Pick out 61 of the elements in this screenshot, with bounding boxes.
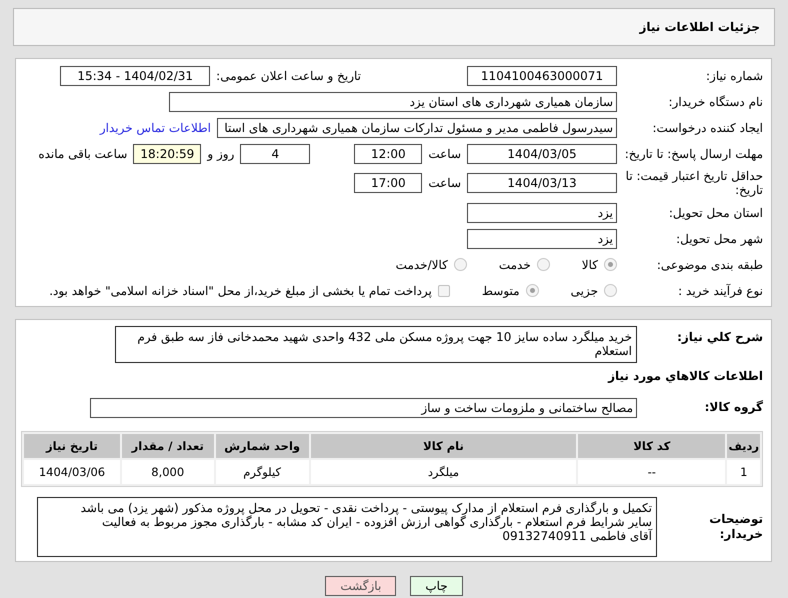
need-number-field: 1104100463000071 — [467, 66, 617, 86]
table-cell: -- — [578, 460, 726, 484]
goods-group-field: مصالح ساختمانی و ملزومات ساخت و ساز — [90, 398, 637, 418]
print-button[interactable]: چاپ — [410, 576, 463, 596]
field-label: توضیحات خریدار: — [708, 512, 763, 541]
remaining-time-field: 18:20:59 — [133, 144, 202, 164]
field-label: ساعت — [428, 176, 461, 190]
field-label: نوع فرآیند خرید : — [677, 284, 763, 298]
city-field: یزد — [467, 228, 617, 249]
column-header: ردیف — [727, 434, 760, 458]
radio-label: جزیی — [570, 284, 598, 298]
announce-date-field: 1404/02/31 - 15:34 — [60, 66, 210, 86]
column-header: واحد شمارش — [216, 434, 309, 458]
field-label: شرح کلي نياز: — [676, 328, 763, 344]
field-label: گروه کالا: — [704, 400, 763, 415]
radio-button[interactable] — [604, 284, 617, 298]
radio-label: متوسط — [482, 284, 520, 298]
field-label: شهر محل تحویل: — [675, 232, 763, 246]
field-label: ساعت — [428, 147, 461, 161]
column-header: تاریخ نیاز — [24, 434, 120, 458]
table-cell: کیلوگرم — [216, 460, 309, 484]
deadline-time-field: 12:00 — [354, 144, 422, 164]
field-label: طبقه بندی موضوعی: — [656, 258, 763, 272]
field-label: استان محل تحویل: — [668, 206, 763, 220]
validity-time-field: 17:00 — [354, 173, 422, 194]
field-label: شماره نیاز: — [705, 68, 763, 84]
province-field: یزد — [467, 202, 617, 223]
buyer-notes-field[interactable]: تکمیل و بارگذاری فرم استعلام از مدارک پیوستی - پرداخت نقدی - تحویل در محل پروژه مذکور (شهر یزد) می باشد سایر شرایط فرم استعلام - بارگذاری گواهی ارزش افزوده - ایران کد مشابه - بارگذاری مجوز مربوط به فعالیت آقای فاطمی 09132740911 — [37, 496, 657, 557]
days-field: 4 — [240, 144, 310, 164]
field-label: مهلت ارسال پاسخ: تا تاریخ: — [624, 146, 763, 162]
table-cell: 1404/03/06 — [24, 460, 120, 484]
field-label: حداقل تاریخ اعتبار قیمت: تا تاریخ: — [624, 169, 763, 198]
section-heading: اطلاعات کالاهاي مورد نياز — [606, 368, 763, 383]
table-cell: 8,000 — [122, 460, 214, 484]
checkbox[interactable] — [438, 284, 450, 297]
contact-link[interactable]: اطلاعات تماس خریدار — [100, 121, 211, 135]
table-cell: میلگرد — [310, 460, 576, 484]
field-label: ساعت باقی مانده — [38, 147, 128, 161]
column-header: کد کالا — [578, 434, 726, 458]
radio-button[interactable] — [454, 258, 467, 272]
column-header: نام کالا — [310, 434, 576, 458]
radio-label: کالا/خدمت — [396, 258, 448, 272]
radio-button[interactable] — [526, 284, 539, 298]
field-label: تاریخ و ساعت اعلان عمومی: — [216, 69, 361, 83]
field-label: روز و — [207, 147, 234, 161]
field-label: ایجاد کننده درخواست: — [651, 120, 763, 136]
radio-button[interactable] — [536, 258, 550, 272]
validity-date-field: 1404/03/13 — [467, 173, 617, 194]
radio-label: کالا — [582, 258, 598, 272]
description-field[interactable]: خرید میلگرد ساده سایز 10 جهت پروژه مسکن ملی 432 واحدی شهید محمدخانی فاز سه طبق فرم استعلام — [115, 326, 637, 363]
creator-field: سیدرسول فاطمی مدیر و مسئول تدارکات سازمان همیاری شهرداری های استا — [217, 118, 617, 138]
radio-button[interactable] — [604, 258, 617, 272]
field-label: نام دستگاه خریدار: — [668, 94, 763, 110]
radio-label: خدمت — [498, 258, 531, 272]
deadline-date-field: 1404/03/05 — [467, 144, 617, 164]
checkbox-label: پرداخت تمام یا بخشی از مبلغ خرید،از محل "اسناد خزانه اسلامی" خواهد بود. — [49, 284, 432, 298]
page-title: جزئیات اطلاعات نیاز — [639, 20, 760, 34]
column-header: تعداد / مقدار — [122, 434, 214, 458]
table-cell: 1 — [727, 460, 760, 484]
buyer-org-field: سازمان همیاری شهرداری های استان یزد — [169, 92, 617, 112]
back-button[interactable]: بازگشت — [325, 576, 396, 596]
